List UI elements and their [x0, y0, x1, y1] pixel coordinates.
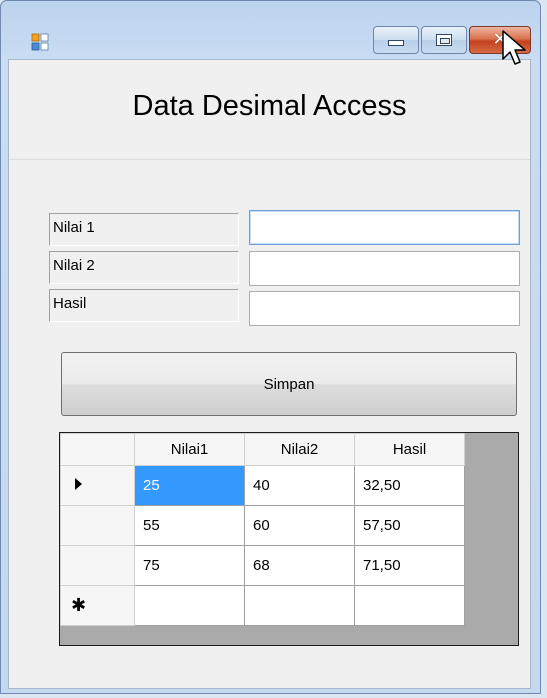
- grid-cell[interactable]: 40: [244, 465, 355, 506]
- minimize-button[interactable]: [373, 26, 419, 54]
- label-nilai-1: Nilai 1: [49, 213, 239, 246]
- grid-table: Nilai1 Nilai2 Hasil 25 40 32,50 55 60 57…: [60, 433, 465, 626]
- grid-cell[interactable]: 57,50: [354, 505, 465, 546]
- grid-cell[interactable]: [134, 585, 245, 626]
- maximize-button[interactable]: [421, 26, 467, 54]
- column-header-nilai2[interactable]: Nilai2: [244, 433, 355, 466]
- grid-cell[interactable]: 25: [134, 465, 245, 506]
- table-row: 25 40 32,50: [60, 465, 465, 506]
- column-header-nilai1[interactable]: Nilai1: [134, 433, 245, 466]
- label-nilai-2: Nilai 2: [49, 251, 239, 284]
- title-bar[interactable]: ✕: [1, 1, 540, 57]
- current-row-arrow-icon: [75, 478, 82, 490]
- grid-corner-cell[interactable]: [60, 433, 135, 466]
- new-row: ✱: [60, 585, 465, 626]
- maximize-icon: [436, 34, 452, 46]
- grid-cell[interactable]: 75: [134, 545, 245, 586]
- new-row-asterisk-icon: ✱: [70, 595, 87, 616]
- table-row: 55 60 57,50: [60, 505, 465, 546]
- close-button[interactable]: ✕: [469, 26, 531, 54]
- simpan-button[interactable]: Simpan: [61, 352, 517, 416]
- grid-cell[interactable]: 71,50: [354, 545, 465, 586]
- column-header-hasil[interactable]: Hasil: [354, 433, 465, 466]
- app-window: ✕ Data Desimal Access Nilai 1 Nilai 2 Ha…: [0, 0, 541, 694]
- label-hasil: Hasil: [49, 289, 239, 322]
- grid-cell[interactable]: 32,50: [354, 465, 465, 506]
- nilai-2-input[interactable]: [249, 251, 520, 286]
- grid-header-row: Nilai1 Nilai2 Hasil: [60, 433, 465, 466]
- table-row: 75 68 71,50: [60, 545, 465, 586]
- page-title: Data Desimal Access: [132, 90, 407, 122]
- row-header[interactable]: [60, 465, 135, 506]
- row-header[interactable]: [60, 545, 135, 586]
- nilai-1-input[interactable]: [249, 210, 520, 245]
- row-header[interactable]: [60, 505, 135, 546]
- grid-cell[interactable]: [354, 585, 465, 626]
- grid-cell[interactable]: 60: [244, 505, 355, 546]
- app-icon: [31, 33, 49, 51]
- grid-cell[interactable]: 68: [244, 545, 355, 586]
- grid-cell[interactable]: 55: [134, 505, 245, 546]
- grid-cell[interactable]: [244, 585, 355, 626]
- hasil-input[interactable]: [249, 291, 520, 326]
- data-grid[interactable]: Nilai1 Nilai2 Hasil 25 40 32,50 55 60 57…: [59, 432, 519, 646]
- row-header[interactable]: ✱: [60, 585, 135, 626]
- client-area: Data Desimal Access Nilai 1 Nilai 2 Hasi…: [8, 59, 531, 689]
- close-icon: ✕: [492, 29, 508, 50]
- minimize-icon: [388, 40, 404, 46]
- title-panel: Data Desimal Access: [9, 60, 530, 160]
